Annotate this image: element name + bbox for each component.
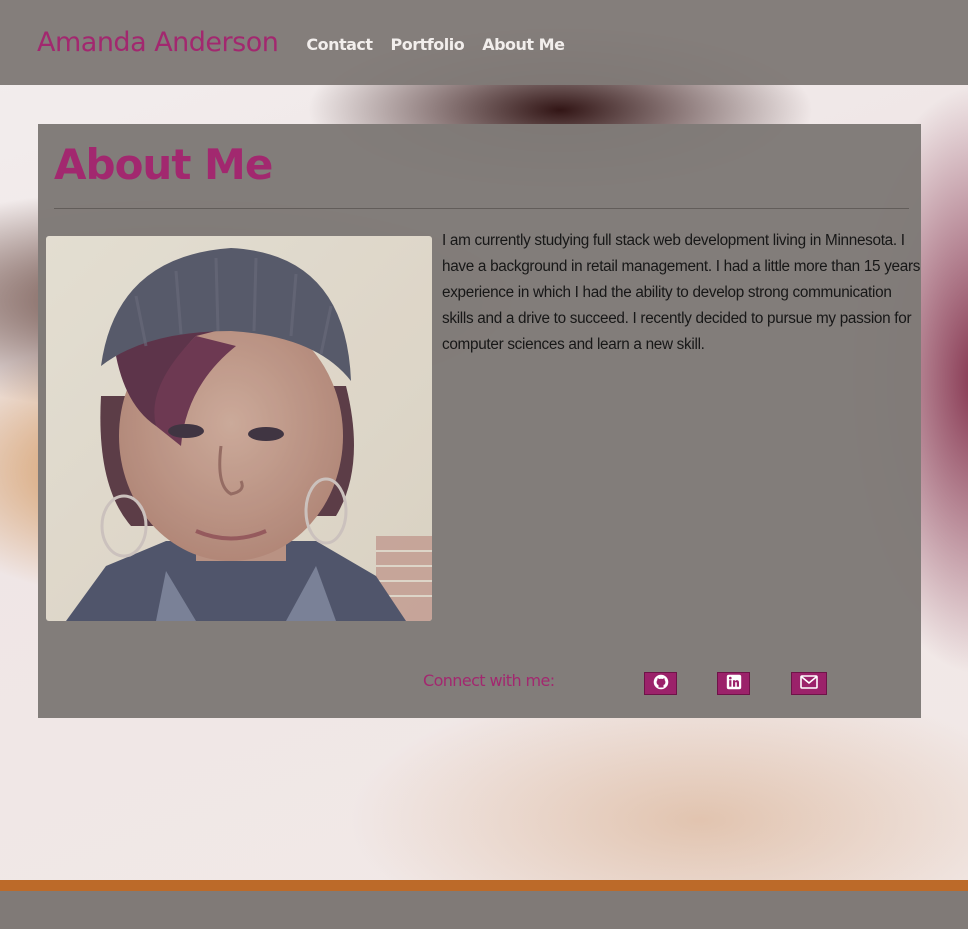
profile-photo xyxy=(46,236,432,621)
footer xyxy=(0,891,968,929)
nav-links: Contact Portfolio About Me xyxy=(306,31,565,54)
nav-about-link[interactable]: About Me xyxy=(482,35,565,54)
envelope-icon xyxy=(800,674,818,693)
github-icon xyxy=(653,674,669,694)
navbar: Amanda Anderson Contact Portfolio About … xyxy=(0,0,968,85)
title-divider xyxy=(54,208,909,209)
brand-link[interactable]: Amanda Anderson xyxy=(37,27,279,58)
email-button[interactable] xyxy=(791,672,827,695)
nav-portfolio-link[interactable]: Portfolio xyxy=(391,35,465,54)
nav-contact-link[interactable]: Contact xyxy=(306,35,373,54)
github-button[interactable] xyxy=(644,672,677,695)
page-title: About Me xyxy=(54,140,273,189)
linkedin-icon xyxy=(726,674,742,694)
about-panel: About Me I am currently studying full st… xyxy=(38,124,921,718)
footer-stripe xyxy=(0,880,968,891)
linkedin-button[interactable] xyxy=(717,672,750,695)
connect-label: Connect with me: xyxy=(423,671,555,690)
bio-text: I am currently studying full stack web d… xyxy=(442,232,921,353)
